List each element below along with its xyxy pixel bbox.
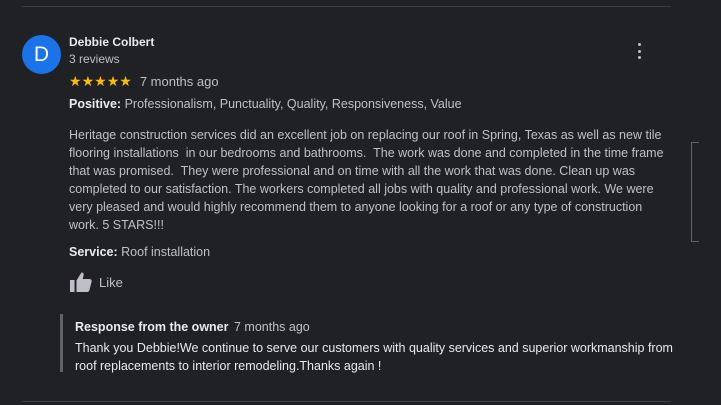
like-label: Like	[99, 274, 123, 290]
owner-response: Response from the owner 7 months ago Tha…	[60, 314, 683, 373]
avatar[interactable]: D	[22, 35, 61, 74]
service-label: Service:	[69, 245, 118, 259]
owner-response-label: Response from the owner	[75, 320, 229, 334]
more-vert-icon	[637, 43, 641, 46]
author-review-count[interactable]: 3 reviews	[69, 52, 120, 66]
rating-row: ★ ★ ★ ★ ★ 7 months ago	[69, 73, 219, 89]
author-name[interactable]: Debbie Colbert	[69, 35, 154, 49]
positive-values: Professionalism, Punctuality, Quality, R…	[124, 97, 462, 111]
top-divider	[22, 6, 671, 7]
star-icon: ★	[69, 73, 82, 89]
star-icon: ★	[106, 73, 120, 89]
star-icon: ★	[81, 73, 95, 89]
star-icon: ★	[94, 73, 107, 89]
more-options-button[interactable]	[632, 41, 646, 61]
bottom-divider	[22, 401, 671, 402]
service-value: Roof installation	[121, 245, 211, 259]
review-time: 7 months ago	[139, 73, 219, 89]
more-vert-icon-dot	[637, 56, 641, 59]
owner-response-time: 7 months ago	[233, 320, 310, 334]
scroll-indicator[interactable]	[691, 142, 699, 242]
like-button[interactable]: Like	[69, 271, 123, 293]
owner-response-header: Response from the owner 7 months ago	[75, 320, 310, 334]
positive-attributes: Positive: Professionalism, Punctuality, …	[69, 97, 462, 111]
owner-response-text: Thank you Debbie!We continue to serve ou…	[75, 341, 673, 373]
review-card: D Debbie Colbert 3 reviews ★ ★ ★ ★ ★ 7 m…	[0, 0, 721, 405]
positive-label: Positive:	[69, 97, 122, 111]
star-rating: ★ ★ ★ ★ ★	[69, 73, 132, 89]
review-text: Heritage construction services did an ex…	[69, 128, 668, 232]
star-icon: ★	[119, 73, 132, 89]
more-vert-icon-dot	[637, 49, 641, 53]
thumb-up-icon	[70, 272, 92, 292]
service-line: Service: Roof installation	[69, 245, 210, 259]
